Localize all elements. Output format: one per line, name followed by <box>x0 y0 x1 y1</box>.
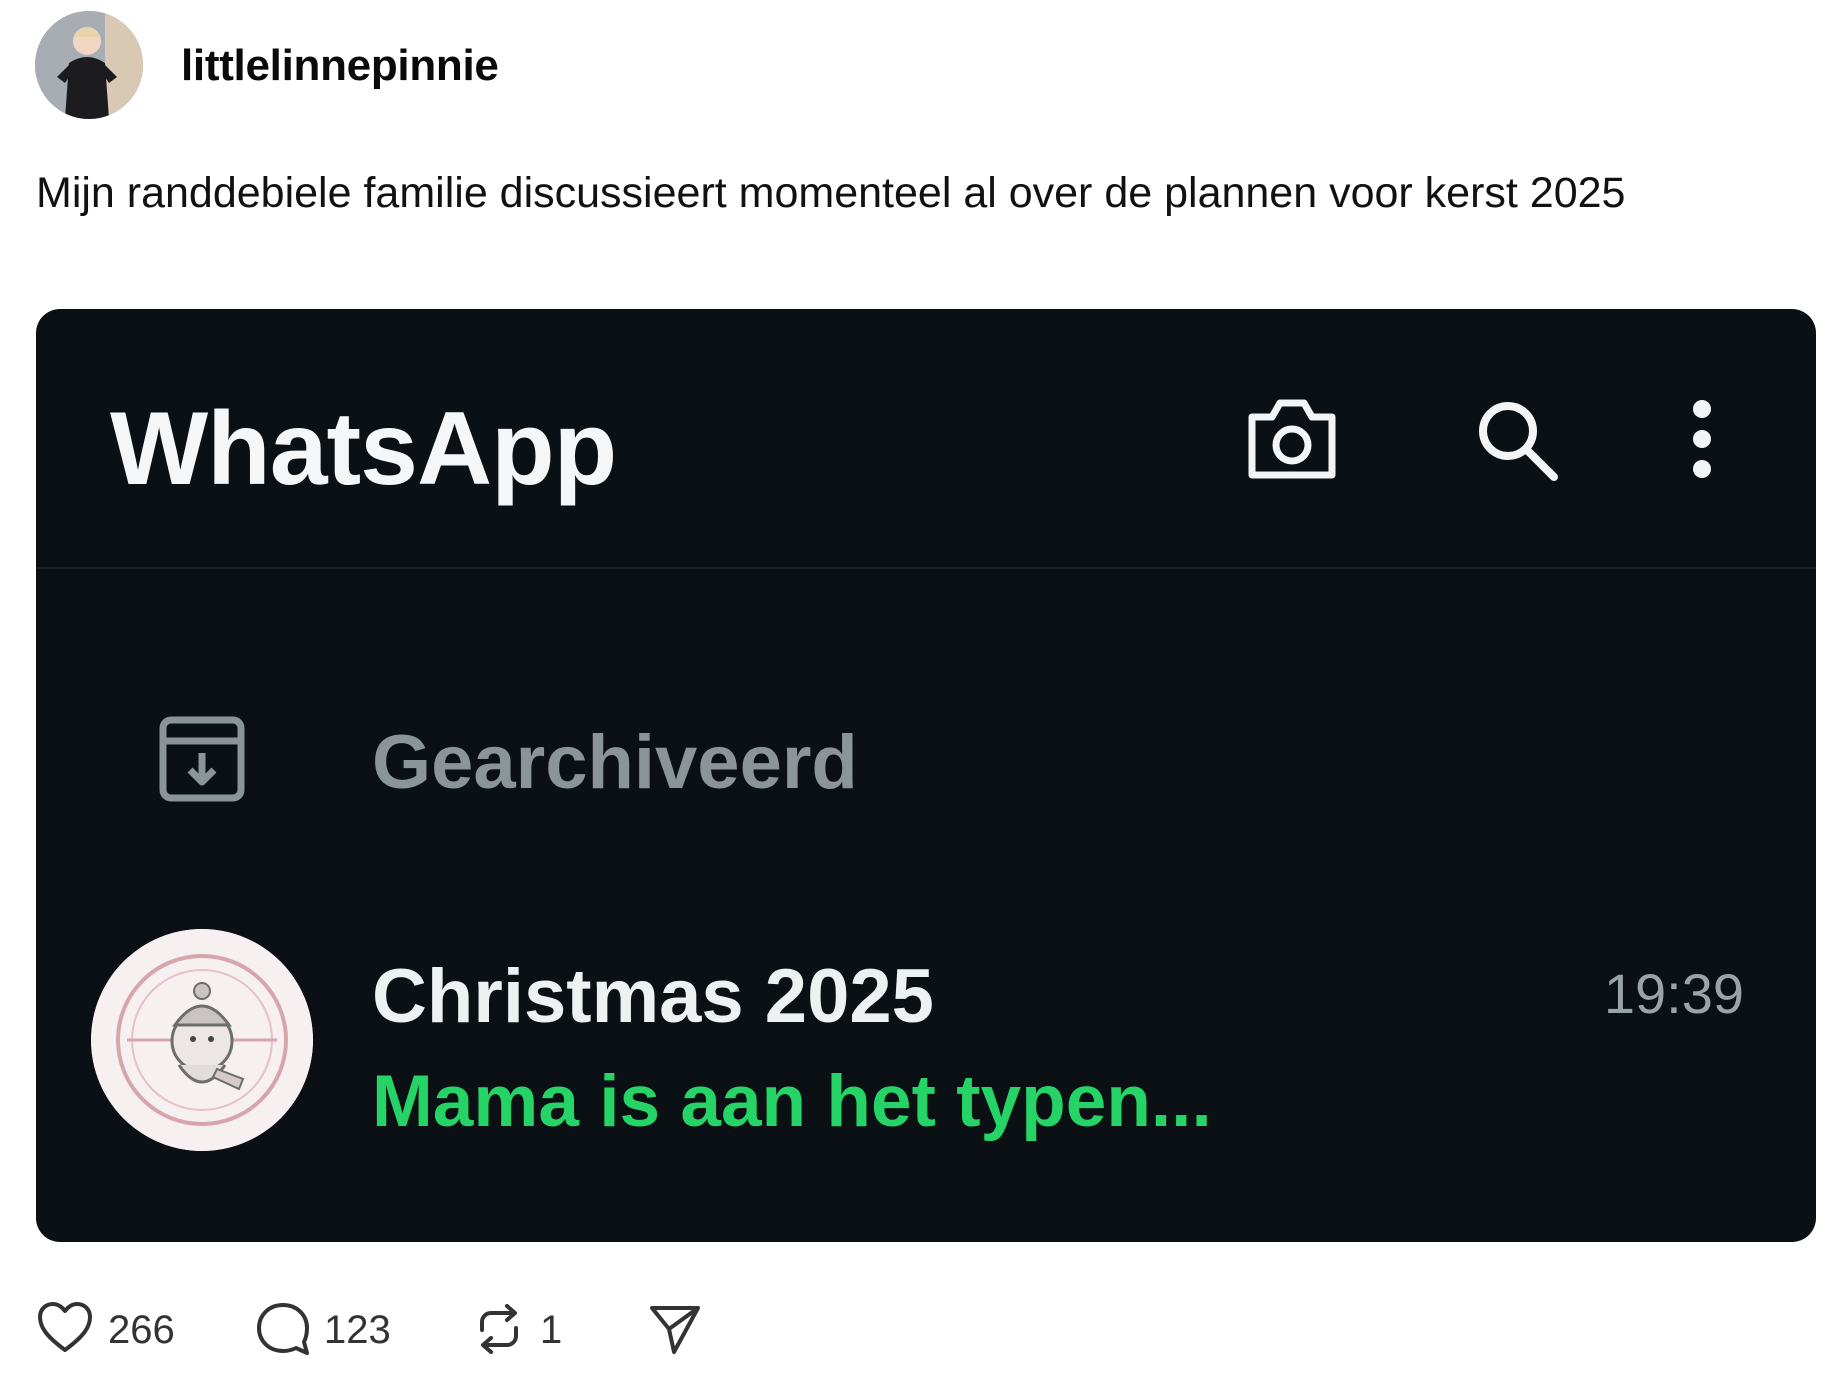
share-button[interactable] <box>646 1300 716 1360</box>
send-icon <box>650 1306 700 1354</box>
search-icon <box>1479 402 1558 481</box>
archive-icon <box>159 716 245 802</box>
user-avatar[interactable] <box>35 11 143 119</box>
camera-icon <box>1248 399 1336 479</box>
reply-count: 123 <box>324 1308 391 1352</box>
chat-time: 19:39 <box>1603 962 1744 1025</box>
chat-row: Christmas 2025 19:39 Mama is aan het typ… <box>36 919 1816 1169</box>
repost-icon <box>480 1304 518 1354</box>
repost-button[interactable]: 1 <box>470 1300 590 1360</box>
whatsapp-title: WhatsApp <box>110 391 617 507</box>
post-image[interactable]: WhatsApp Gearchiveerd Christmas 2025 19:… <box>36 309 1816 1242</box>
archived-label: Gearchiveerd <box>372 720 858 805</box>
comment-icon <box>257 1303 309 1355</box>
more-vertical-icon <box>1693 400 1711 478</box>
archived-row: Gearchiveerd <box>36 689 1816 829</box>
like-button[interactable]: 266 <box>36 1300 196 1360</box>
repost-count: 1 <box>540 1308 563 1352</box>
heart-icon <box>38 1302 92 1352</box>
reply-button[interactable]: 123 <box>254 1300 414 1360</box>
header-divider <box>36 567 1816 569</box>
group-avatar <box>91 929 313 1151</box>
chat-name: Christmas 2025 <box>372 954 934 1039</box>
post-text: Mijn randdebiele familie discussieert mo… <box>36 169 1626 217</box>
typing-indicator: Mama is aan het typen... <box>372 1061 1212 1142</box>
username[interactable]: littlelinnepinnie <box>181 40 499 92</box>
like-count: 266 <box>108 1308 175 1352</box>
post-actions: 266 123 1 <box>36 1300 936 1360</box>
